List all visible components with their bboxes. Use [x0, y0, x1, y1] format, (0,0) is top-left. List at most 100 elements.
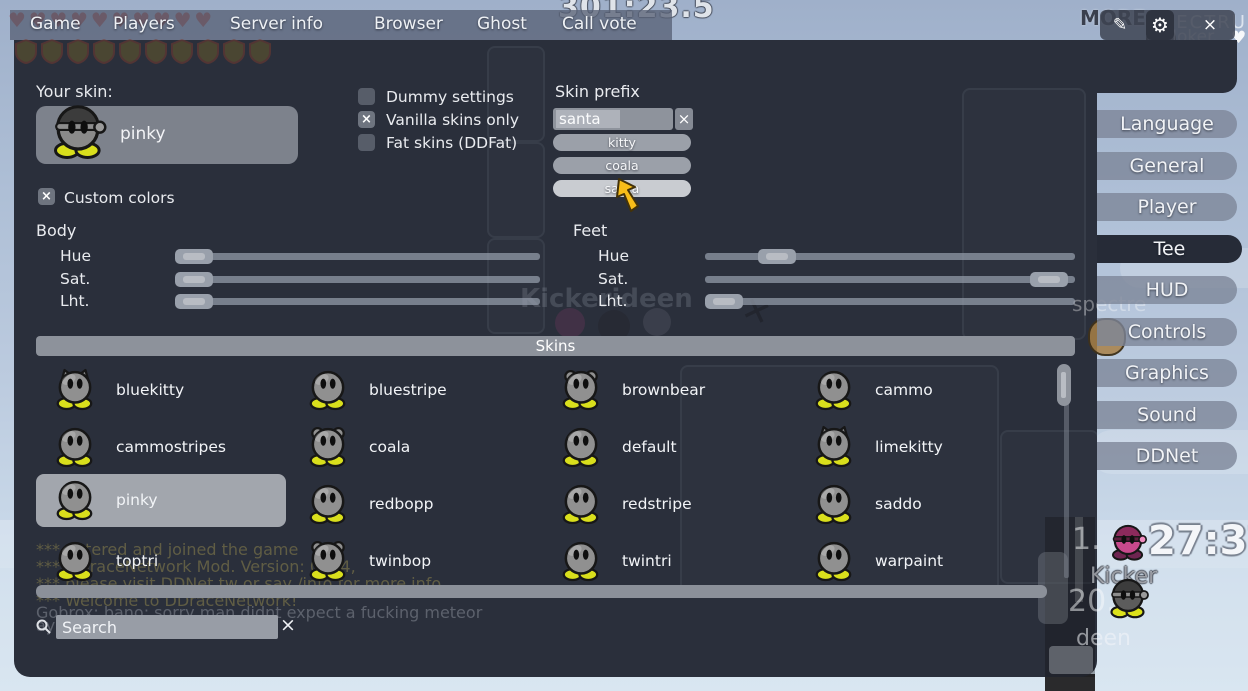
tab-sound[interactable]: Sound	[1097, 401, 1237, 429]
menu-item-browser[interactable]: Browser	[374, 14, 443, 34]
clear-icon[interactable]: ×	[675, 108, 693, 130]
slider-label: Sat.	[598, 270, 628, 288]
current-skin-name: pinky	[120, 124, 166, 144]
skin-item-toptri[interactable]: toptri	[36, 535, 286, 588]
clear-search-icon[interactable]: ×	[280, 614, 296, 636]
skin-name: redstripe	[622, 495, 692, 513]
skin-item-cammostripes[interactable]: cammostripes	[36, 421, 286, 474]
slider-track[interactable]	[175, 276, 540, 283]
skin-item-warpaint[interactable]: warpaint	[795, 535, 1045, 588]
tab-ddnet[interactable]: DDNet	[1097, 442, 1237, 470]
body-section-label: Body	[36, 221, 76, 240]
checkbox-label: Vanilla skins only	[386, 111, 519, 129]
skin-prefix-label: Skin prefix	[555, 82, 640, 101]
checkbox-vanilla-skins-only[interactable]: ×	[358, 111, 375, 128]
spectator-tee-pink	[1108, 524, 1148, 568]
skin-item-twintri[interactable]: twintri	[542, 535, 792, 588]
skin-item-saddo[interactable]: saddo	[795, 478, 1045, 531]
skins-header: Skins	[36, 336, 1075, 356]
slider-track[interactable]	[705, 276, 1075, 283]
custom-colors-checkbox[interactable]: ×	[38, 188, 55, 205]
your-skin-label: Your skin:	[36, 82, 113, 101]
skin-item-limekitty[interactable]: limekitty	[795, 421, 1045, 474]
shield-icon	[40, 39, 64, 68]
menu-item-call-vote[interactable]: Call vote	[562, 14, 637, 34]
menu-item-ghost[interactable]: Ghost	[477, 14, 527, 34]
skins-horizontal-scrollbar[interactable]	[36, 585, 1047, 598]
menu-item-game[interactable]: Game	[30, 14, 81, 34]
skin-item-twinbop[interactable]: twinbop	[289, 535, 539, 588]
custom-colors-label: Custom colors	[64, 189, 175, 207]
mouse-cursor	[616, 178, 650, 218]
tee-icon	[558, 368, 604, 418]
spectator-time: 27:37	[1148, 518, 1248, 564]
tee-icon	[558, 539, 604, 589]
tee-icon	[811, 368, 857, 418]
tab-controls[interactable]: Controls	[1097, 318, 1237, 346]
menu-item-server-info[interactable]: Server info	[230, 14, 323, 34]
menu-item-players[interactable]: Players	[113, 14, 175, 34]
checkbox-fat-skins-ddfat-[interactable]	[358, 134, 375, 151]
skin-name: coala	[369, 438, 410, 456]
slider-label: Hue	[598, 247, 629, 265]
current-skin-tee-icon	[48, 104, 108, 168]
skin-name: bluekitty	[116, 381, 184, 399]
tab-general[interactable]: General	[1097, 152, 1237, 180]
slider-handle-lht[interactable]	[175, 294, 213, 309]
skin-name: pinky	[116, 491, 158, 509]
ddnet-settings-screen: 301:23.5 MORE SPECTRUM Joker. ♥ ♥♥♥♥♥♥♥♥…	[0, 0, 1248, 691]
skin-name: bluestripe	[369, 381, 447, 399]
slider-handle-sat[interactable]	[175, 272, 213, 287]
slider-track[interactable]	[705, 298, 1075, 305]
tab-player[interactable]: Player	[1097, 193, 1237, 221]
skin-prefix-option-coala[interactable]: coala	[553, 157, 691, 174]
tee-icon	[52, 425, 98, 475]
map-tile	[487, 142, 545, 238]
tee-icon	[558, 425, 604, 475]
tee-icon	[305, 368, 351, 418]
close-icon[interactable]: ×	[1196, 12, 1224, 38]
slider-handle-lht[interactable]	[705, 294, 743, 309]
skin-prefix-option-kitty[interactable]: kitty	[553, 134, 691, 151]
skin-item-pinky[interactable]: pinky	[36, 474, 286, 527]
tab-hud[interactable]: HUD	[1097, 276, 1237, 304]
slider-track[interactable]	[175, 253, 540, 260]
skins-scrollbar-thumb[interactable]	[1057, 364, 1071, 406]
slider-label: Lht.	[60, 292, 89, 310]
tee-icon	[305, 539, 351, 589]
skin-name: brownbear	[622, 381, 705, 399]
shield-icon	[118, 39, 142, 68]
skin-item-redbopp[interactable]: redbopp	[289, 478, 539, 531]
tee-icon	[811, 425, 857, 475]
skin-name: warpaint	[875, 552, 943, 570]
tab-language[interactable]: Language	[1097, 110, 1237, 138]
slider-label: Hue	[60, 247, 91, 265]
skin-item-default[interactable]: default	[542, 421, 792, 474]
slider-handle-hue[interactable]	[758, 249, 796, 264]
checkbox-dummy-settings[interactable]	[358, 88, 375, 105]
skin-item-cammo[interactable]: cammo	[795, 364, 1045, 417]
skin-item-bluekitty[interactable]: bluekitty	[36, 364, 286, 417]
shield-icon	[248, 39, 272, 68]
tab-tee[interactable]: Tee	[1097, 235, 1242, 263]
skin-prefix-value: santa	[559, 110, 601, 128]
search-icon	[35, 618, 53, 636]
checkbox-label: Fat skins (DDFat)	[386, 134, 517, 152]
slider-handle-hue[interactable]	[175, 249, 213, 264]
edit-icon[interactable]: ✎	[1106, 12, 1134, 38]
skin-item-redstripe[interactable]: redstripe	[542, 478, 792, 531]
slider-handle-sat[interactable]	[1030, 272, 1068, 287]
skin-name: twinbop	[369, 552, 431, 570]
search-input[interactable]	[56, 615, 278, 639]
skin-item-coala[interactable]: coala	[289, 421, 539, 474]
shield-icon	[170, 39, 194, 68]
shield-icon	[66, 39, 90, 68]
tab-graphics[interactable]: Graphics	[1097, 359, 1237, 387]
skin-prefix-input[interactable]: santa	[553, 108, 673, 130]
slider-track[interactable]	[175, 298, 540, 305]
skin-item-bluestripe[interactable]: bluestripe	[289, 364, 539, 417]
spectator-tee-dark	[1106, 578, 1150, 626]
settings-icon[interactable]: ⚙	[1146, 10, 1174, 40]
menu-bar: Game Players Server info Browser Ghost Call v…	[10, 10, 672, 40]
skin-item-brownbear[interactable]: brownbear	[542, 364, 792, 417]
